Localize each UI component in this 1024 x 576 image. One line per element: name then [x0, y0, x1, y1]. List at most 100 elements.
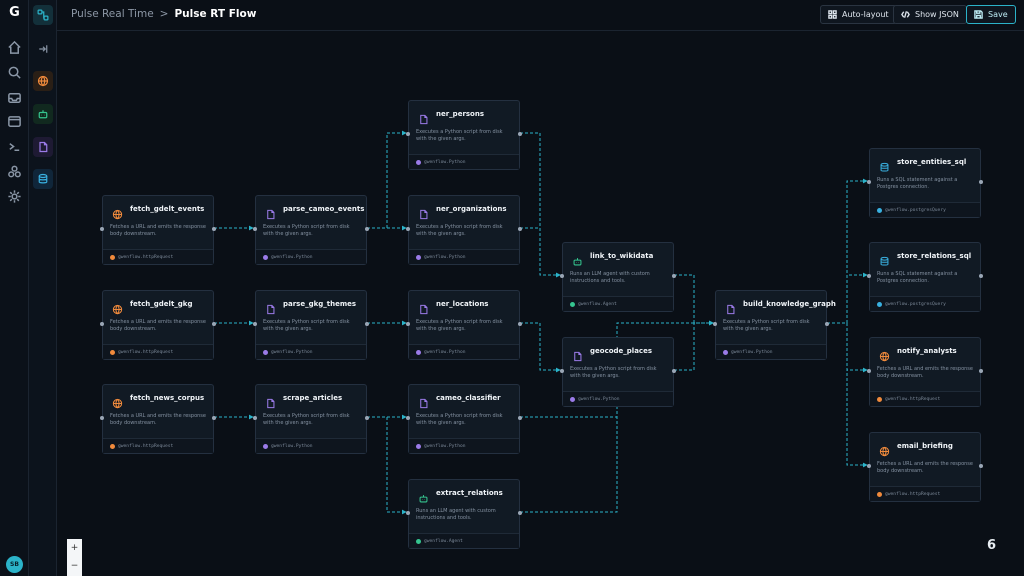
edge-parse-cameo-events-to-ner-persons[interactable] [367, 130, 407, 229]
auto-layout-button[interactable]: Auto-layout [820, 5, 897, 24]
node-description: Executes a Python script from disk with … [263, 224, 350, 237]
output-port[interactable] [672, 274, 676, 278]
database-icon[interactable] [33, 169, 53, 189]
node-fetch-gdelt-events[interactable]: fetch_gdelt_events Fetches a URL and emit… [100, 195, 216, 265]
input-port[interactable] [867, 274, 871, 278]
robot-icon[interactable] [33, 104, 53, 124]
node-fetch-news-corpus[interactable]: fetch_news_corpus Fetches a URL and emits… [100, 384, 216, 454]
node-description: Runs an LLM agent with custom instructio… [570, 271, 650, 284]
edge-build-knowledge-graph-to-email-briefing[interactable] [827, 322, 868, 468]
terminal-icon[interactable] [7, 139, 22, 154]
output-port[interactable] [212, 227, 216, 231]
input-port[interactable] [867, 180, 871, 184]
output-port[interactable] [518, 132, 522, 136]
type-dot-icon [110, 349, 115, 355]
node-type: gwenflow.Python [409, 154, 519, 169]
save-button[interactable]: Save [966, 5, 1016, 24]
node-ner-organizations[interactable]: ner_organizations Executes a Python scrip… [406, 195, 522, 265]
app-logo[interactable]: G [0, 5, 29, 20]
node-description: Executes a Python script from disk with … [416, 129, 503, 142]
node-title: fetch_gdelt_gkg [130, 300, 193, 308]
node-store-entities-sql[interactable]: store_entities_sql Runs a SQL statement a… [867, 148, 983, 218]
node-type: gwenflow.Python [409, 438, 519, 453]
globe-icon[interactable] [33, 71, 53, 91]
input-port[interactable] [100, 416, 104, 420]
zoom-out-button[interactable]: − [67, 557, 82, 575]
type-dot-icon [416, 254, 421, 260]
input-port[interactable] [253, 416, 257, 420]
output-port[interactable] [365, 416, 369, 420]
inbox-icon[interactable] [7, 90, 22, 105]
node-scrape-articles[interactable]: scrape_articles Executes a Python script … [253, 384, 369, 454]
input-port[interactable] [560, 369, 564, 373]
edge-build-knowledge-graph-to-store-relations-sql[interactable] [827, 272, 868, 324]
flow-canvas[interactable]: + − 6 fetch_gdelt_events Fetches a URL an… [57, 31, 1024, 576]
output-port[interactable] [518, 511, 522, 515]
edge-scrape-articles-to-extract-relations[interactable] [367, 416, 407, 515]
output-port[interactable] [979, 180, 983, 184]
edge-ner-locations-to-geocode-places[interactable] [520, 322, 561, 373]
node-notify-analysts[interactable]: notify_analysts Fetches a URL and emits t… [867, 337, 983, 407]
breadcrumb: Pulse Real Time > Pulse RT Flow [71, 8, 256, 20]
edge-ner-organizations-to-link-to-wikidata[interactable] [520, 227, 561, 278]
node-build-knowledge-graph[interactable]: build_knowledge_graph Executes a Python s… [713, 290, 836, 360]
input-port[interactable] [406, 416, 410, 420]
output-port[interactable] [672, 369, 676, 373]
node-ner-persons[interactable]: ner_persons Executes a Python script from… [406, 100, 522, 170]
input-port[interactable] [406, 132, 410, 136]
show-json-button[interactable]: Show JSON [893, 5, 967, 24]
node-email-briefing[interactable]: email_briefing Fetches a URL and emits th… [867, 432, 983, 502]
node-parse-cameo-events[interactable]: parse_cameo_events Executes a Python scri… [253, 195, 369, 265]
output-port[interactable] [365, 322, 369, 326]
node-ner-locations[interactable]: ner_locations Executes a Python script fr… [406, 290, 522, 360]
input-port[interactable] [713, 322, 717, 326]
input-port[interactable] [867, 464, 871, 468]
search-icon[interactable] [7, 65, 22, 80]
input-port[interactable] [406, 227, 410, 231]
input-port[interactable] [100, 227, 104, 231]
output-port[interactable] [518, 227, 522, 231]
input-port[interactable] [253, 322, 257, 326]
flow-icon[interactable] [33, 5, 53, 25]
node-title: geocode_places [590, 347, 652, 355]
output-port[interactable] [212, 322, 216, 326]
edge-geocode-places-to-build-knowledge-graph[interactable] [674, 320, 714, 371]
gear-icon[interactable] [7, 189, 22, 204]
cluster-icon[interactable] [7, 164, 22, 179]
zoom-in-button[interactable]: + [67, 539, 82, 557]
input-port[interactable] [406, 322, 410, 326]
node-description: Runs an LLM agent with custom instructio… [416, 508, 496, 521]
input-port[interactable] [867, 369, 871, 373]
output-port[interactable] [365, 227, 369, 231]
output-port[interactable] [518, 322, 522, 326]
node-extract-relations[interactable]: extract_relations Runs an LLM agent with … [406, 479, 522, 549]
node-geocode-places[interactable]: geocode_places Executes a Python script f… [560, 337, 676, 407]
node-type: gwenflow.postgresQuery [870, 202, 980, 217]
node-title: cameo_classifier [436, 394, 501, 402]
output-port[interactable] [212, 416, 216, 420]
input-port[interactable] [560, 274, 564, 278]
output-port[interactable] [979, 369, 983, 373]
input-port[interactable] [253, 227, 257, 231]
window-icon[interactable] [7, 114, 22, 129]
node-cameo-classifier[interactable]: cameo_classifier Executes a Python script… [406, 384, 522, 454]
node-link-to-wikidata[interactable]: link_to_wikidata Runs an LLM agent with c… [560, 242, 676, 312]
edge-link-to-wikidata-to-build-knowledge-graph[interactable] [674, 274, 714, 326]
collapse-icon[interactable] [33, 39, 53, 59]
user-avatar[interactable]: SB [6, 556, 23, 573]
python-file-icon [418, 300, 429, 315]
output-port[interactable] [979, 464, 983, 468]
breadcrumb-parent[interactable]: Pulse Real Time [71, 8, 154, 20]
input-port[interactable] [100, 322, 104, 326]
output-port[interactable] [825, 322, 829, 326]
home-icon[interactable] [7, 40, 22, 55]
node-parse-gkg-themes[interactable]: parse_gkg_themes Executes a Python script… [253, 290, 369, 360]
output-port[interactable] [518, 416, 522, 420]
type-dot-icon [570, 396, 575, 402]
python-file-icon[interactable] [33, 137, 53, 157]
robot-icon [418, 489, 429, 503]
output-port[interactable] [979, 274, 983, 278]
node-fetch-gdelt-gkg[interactable]: fetch_gdelt_gkg Fetches a URL and emits t… [100, 290, 216, 360]
node-store-relations-sql[interactable]: store_relations_sql Runs a SQL statement … [867, 242, 983, 312]
input-port[interactable] [406, 511, 410, 515]
